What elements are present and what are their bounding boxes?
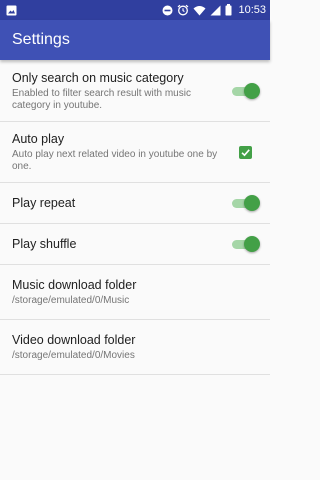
wifi-icon [193,5,206,15]
page-title: Settings [12,31,70,48]
setting-play-shuffle[interactable]: Play shuffle [0,224,270,265]
status-right: 10:53 [162,4,266,16]
switch-thumb [244,236,260,252]
do-not-disturb-icon [162,5,173,15]
setting-music-category[interactable]: Only search on music category Enabled to… [0,60,270,122]
setting-summary: Auto play next related video in youtube … [12,149,218,172]
setting-play-repeat[interactable]: Play repeat [0,183,270,224]
setting-video-download-folder[interactable]: Video download folder /storage/emulated/… [0,320,270,375]
setting-text: Only search on music category Enabled to… [12,70,227,112]
music-category-switch[interactable] [230,82,260,99]
switch-thumb [244,195,260,211]
app-bar: Settings [0,20,270,60]
status-bar: 10:53 [0,0,270,20]
setting-text: Video download folder /storage/emulated/… [12,332,135,362]
auto-play-checkbox[interactable] [239,145,252,159]
setting-title: Only search on music category [12,70,184,85]
setting-title: Video download folder [12,333,136,347]
setting-auto-play[interactable]: Auto play Auto play next related video i… [0,122,270,183]
setting-summary: /storage/emulated/0/Music [12,295,130,306]
alarm-icon [178,4,189,16]
setting-text: Play shuffle [12,236,76,252]
setting-text: Music download folder /storage/emulated/… [12,277,136,307]
setting-title: Music download folder [12,278,137,292]
play-repeat-switch[interactable] [230,195,260,211]
signal-icon [210,5,221,15]
settings-list: Only search on music category Enabled to… [0,60,270,375]
setting-summary: Enabled to filter search result with mus… [12,87,191,111]
battery-icon [225,4,232,16]
setting-title: Auto play [12,132,65,146]
status-left [6,5,17,16]
play-shuffle-switch[interactable] [230,236,260,252]
setting-title: Play shuffle [12,237,77,251]
status-time: 10:53 [238,4,266,16]
setting-music-download-folder[interactable]: Music download folder /storage/emulated/… [0,265,270,320]
setting-text: Auto play Auto play next related video i… [12,131,227,173]
switch-thumb [244,82,260,99]
setting-text: Play repeat [12,195,75,211]
check-icon [241,148,250,156]
setting-title: Play repeat [12,196,76,210]
setting-summary: /storage/emulated/0/Movies [12,350,135,361]
image-icon [6,5,17,15]
